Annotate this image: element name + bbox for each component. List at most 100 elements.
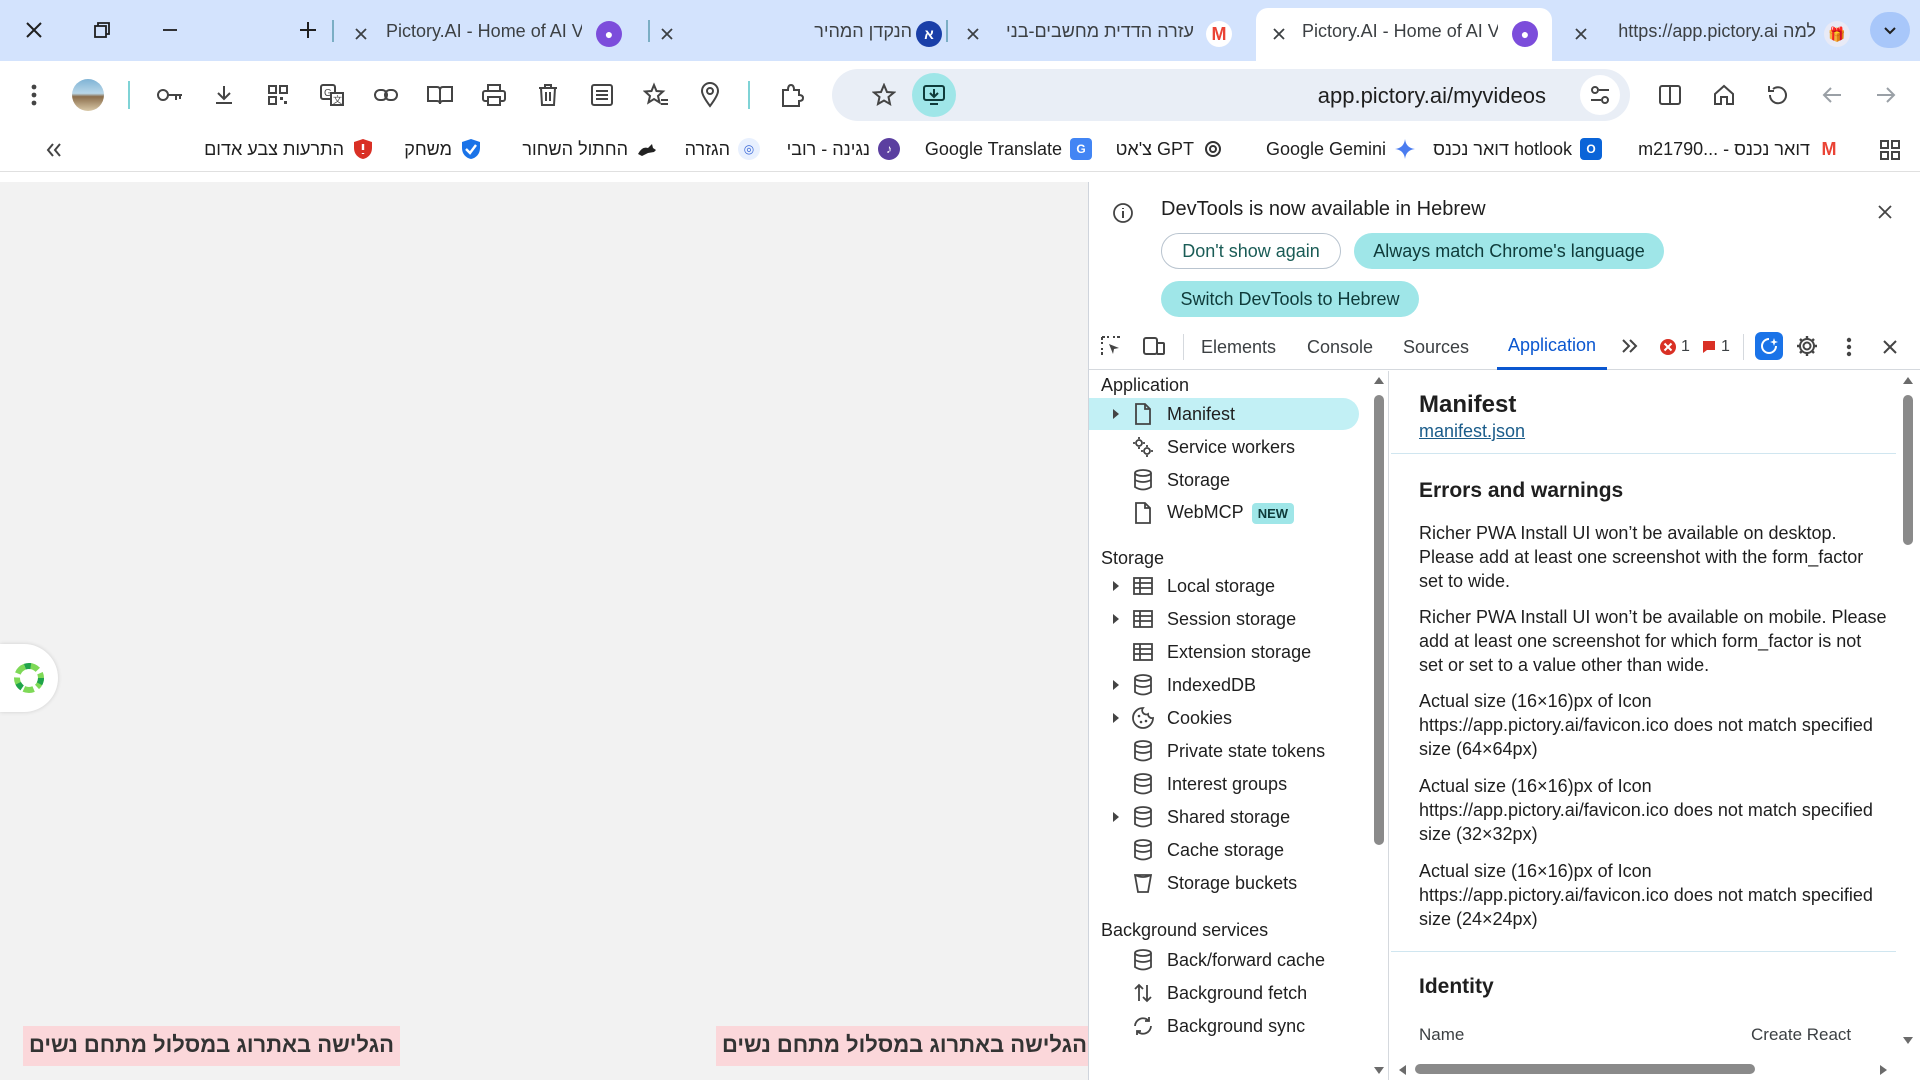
bookmark-game[interactable]: משחק xyxy=(404,134,482,164)
tab-sources[interactable]: Sources xyxy=(1403,324,1469,370)
tab-application[interactable]: Application xyxy=(1497,324,1607,370)
sidebar-item-private-state-tokens[interactable]: Private state tokens xyxy=(1089,735,1359,767)
device-toolbar-button[interactable] xyxy=(1142,334,1168,360)
bookmark-google-translate[interactable]: Google Translate G xyxy=(925,134,1092,164)
sidebar-item-extension-storage[interactable]: Extension storage xyxy=(1089,636,1359,668)
scrollbar-thumb[interactable] xyxy=(1415,1064,1755,1074)
bookmark-chatgpt[interactable]: צ'אט GPT xyxy=(1116,134,1224,164)
sidebar-item-cache-storage[interactable]: Cache storage xyxy=(1089,834,1359,866)
scroll-up-icon xyxy=(1903,377,1913,384)
tab-close-button[interactable] xyxy=(1268,23,1290,45)
url-text[interactable]: app.pictory.ai/myvideos xyxy=(1318,83,1546,109)
sidebar-item-storage[interactable]: Storage xyxy=(1089,464,1359,496)
sidebar-item-local-storage[interactable]: Local storage xyxy=(1089,570,1359,602)
ai-assistance-button[interactable] xyxy=(1755,332,1783,360)
manifest-json-link[interactable]: manifest.json xyxy=(1419,421,1525,442)
sidebar-item-label: Interest groups xyxy=(1167,773,1288,794)
window-close-button[interactable] xyxy=(14,14,54,46)
tab-title: הנקדן המהיר xyxy=(814,21,912,41)
sidebar-item-indexeddb[interactable]: IndexedDB xyxy=(1089,669,1359,701)
sidebar-item-service-workers[interactable]: Service workers xyxy=(1089,431,1359,463)
bookmark-hotlook[interactable]: דואר נכנס hotlook O xyxy=(1433,134,1602,164)
tab-console[interactable]: Console xyxy=(1307,324,1373,370)
window-minimize-button[interactable] xyxy=(150,14,190,46)
extensions-button[interactable] xyxy=(772,75,812,115)
more-bookmarks-button[interactable] xyxy=(34,130,74,170)
issues-counter[interactable]: 1 xyxy=(1701,336,1730,358)
delete-browsing-data-button[interactable] xyxy=(528,75,568,115)
bookmarks-button[interactable] xyxy=(636,75,676,115)
main-horizontal-scrollbar[interactable] xyxy=(1391,1060,1896,1078)
sidebar-item-session-storage[interactable]: Session storage xyxy=(1089,603,1359,635)
bookmark-star-button[interactable] xyxy=(864,75,904,115)
menu-button[interactable] xyxy=(14,75,54,115)
site-info-button[interactable] xyxy=(1580,75,1620,115)
reading-mode-button[interactable] xyxy=(420,75,460,115)
switch-devtools-hebrew-button[interactable]: Switch DevTools to Hebrew xyxy=(1161,281,1419,317)
bookmark-negina[interactable]: נגינה - רובי ♪ xyxy=(787,134,900,164)
tab-close-button[interactable] xyxy=(1570,23,1592,45)
reload-button[interactable] xyxy=(1758,75,1798,115)
scrollbar-thumb[interactable] xyxy=(1374,395,1384,845)
sidebar-item-storage-buckets[interactable]: Storage buckets xyxy=(1089,867,1359,899)
always-match-language-button[interactable]: Always match Chrome's language xyxy=(1354,233,1664,269)
bookmark-black-cat[interactable]: החתול השחור xyxy=(522,134,658,164)
tab-nakdan[interactable]: הנקדן המהיר א xyxy=(652,8,952,61)
sidebar-item-bg-fetch[interactable]: Background fetch xyxy=(1089,977,1359,1009)
install-app-button[interactable] xyxy=(912,73,956,117)
close-devtools-button[interactable] xyxy=(1879,336,1901,358)
tab-close-button[interactable] xyxy=(350,23,372,45)
sidebar-item-shared-storage[interactable]: Shared storage xyxy=(1089,801,1359,833)
sidebar-item-bf-cache[interactable]: Back/forward cache xyxy=(1089,944,1359,976)
triangle-right-icon xyxy=(1113,713,1119,723)
window-restore-button[interactable] xyxy=(82,14,122,46)
bookmark-gmail-inbox[interactable]: m21790... - דואר נכנס M xyxy=(1638,134,1840,164)
sidebar-item-interest-groups[interactable]: Interest groups xyxy=(1089,768,1359,800)
downloads-button[interactable] xyxy=(204,75,244,115)
tab-gmail-help[interactable]: עזרה הדדית מחשבים-בני M xyxy=(954,8,1254,61)
copy-link-button[interactable] xyxy=(366,75,406,115)
bookmark-gemini[interactable]: Google Gemini xyxy=(1266,134,1416,164)
more-tabs-button[interactable] xyxy=(1619,336,1641,358)
bookmark-red-alert[interactable]: התרעות צבע אדום xyxy=(204,134,374,164)
sidebar-item-cookies[interactable]: Cookies xyxy=(1089,702,1359,734)
toolbar-divider xyxy=(128,81,130,109)
sidebar-item-manifest[interactable]: Manifest xyxy=(1089,398,1359,430)
home-button[interactable] xyxy=(1704,75,1744,115)
tab-pictory-1[interactable]: Pictory.AI - Home of AI V ● xyxy=(340,8,640,61)
dont-show-again-button[interactable]: Don't show again xyxy=(1161,233,1341,269)
infobar-close-button[interactable] xyxy=(1873,200,1897,224)
main-vertical-scrollbar[interactable] xyxy=(1899,371,1917,1080)
sidebar-item-label: Cookies xyxy=(1167,707,1233,728)
omnibox[interactable]: app.pictory.ai/myvideos xyxy=(832,69,1630,121)
reading-list-button[interactable] xyxy=(582,75,622,115)
errors-counter[interactable]: 1 xyxy=(1659,336,1690,358)
sidebar-item-bg-sync[interactable]: Background sync xyxy=(1089,1010,1359,1042)
apps-button[interactable] xyxy=(1870,130,1910,170)
qr-code-button[interactable] xyxy=(258,75,298,115)
tab-close-button[interactable] xyxy=(962,23,984,45)
back-button[interactable] xyxy=(1812,75,1852,115)
print-button[interactable] xyxy=(474,75,514,115)
sidebar-scrollbar[interactable] xyxy=(1371,371,1387,1080)
tab-pictory-why[interactable]: למה https://app.pictory.ai 🎁 xyxy=(1570,8,1860,61)
tab-pictory-active[interactable]: Pictory.AI - Home of AI V ● xyxy=(1256,8,1552,61)
split-view-button[interactable] xyxy=(1650,75,1690,115)
forward-button[interactable] xyxy=(1866,75,1906,115)
tab-elements[interactable]: Elements xyxy=(1201,324,1276,370)
sidebar-item-webmcp[interactable]: WebMCP NEW xyxy=(1089,497,1359,529)
location-button[interactable] xyxy=(690,75,730,115)
settings-button[interactable] xyxy=(1795,334,1821,360)
inspect-element-button[interactable] xyxy=(1099,334,1125,360)
tab-close-button[interactable] xyxy=(656,23,678,45)
new-tab-button[interactable] xyxy=(288,14,328,46)
scrollbar-thumb[interactable] xyxy=(1903,395,1913,545)
profile-avatar[interactable] xyxy=(68,75,108,115)
passwords-button[interactable] xyxy=(150,75,190,115)
devtools-menu-button[interactable] xyxy=(1839,334,1859,360)
tab-search-button[interactable] xyxy=(1870,12,1910,48)
bookmark-hagizra[interactable]: הגזרה ◎ xyxy=(685,134,760,164)
loading-widget[interactable] xyxy=(0,644,58,712)
translate-button[interactable]: G文 xyxy=(312,75,352,115)
ai-assistant-icon xyxy=(1761,338,1778,354)
